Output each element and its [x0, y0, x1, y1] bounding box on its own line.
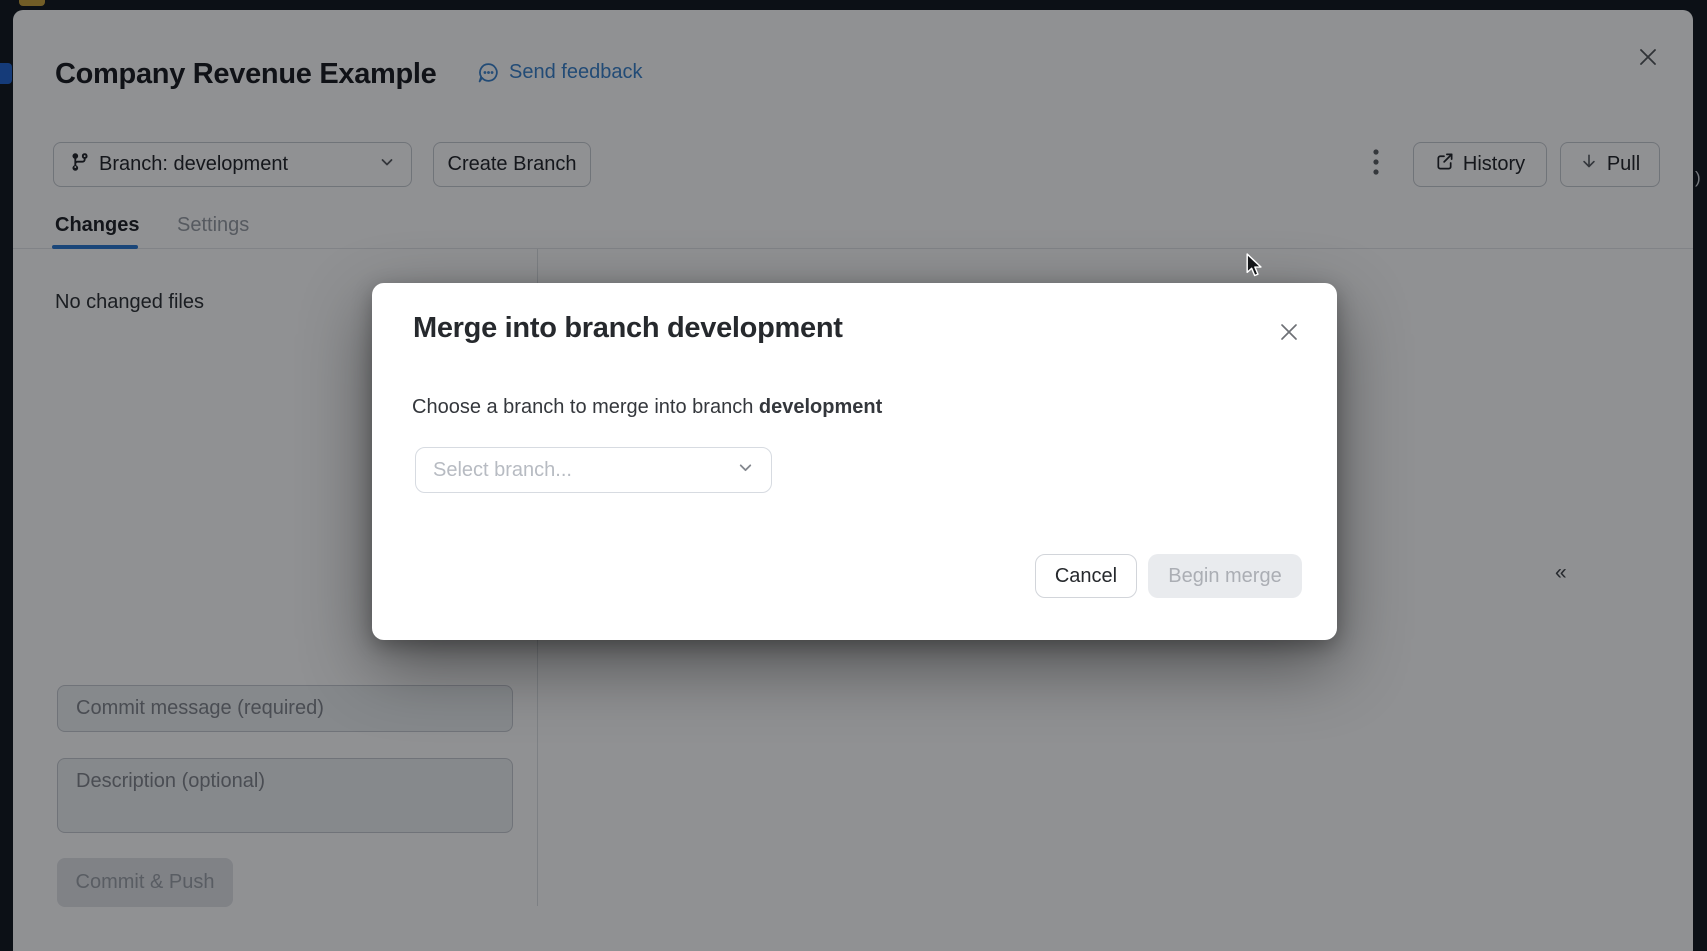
target-branch-name: development [759, 396, 882, 418]
begin-merge-button[interactable]: Begin merge [1148, 554, 1302, 598]
chevron-down-icon [737, 459, 754, 481]
mouse-cursor-icon [1246, 253, 1264, 283]
modal-title: Merge into branch development [413, 309, 843, 347]
branch-select-placeholder: Select branch... [433, 459, 572, 482]
screen: ) Company Revenue Example Send feedback [0, 0, 1707, 951]
modal-close-button[interactable] [1277, 320, 1301, 344]
close-icon [1277, 331, 1301, 348]
merge-branch-modal: Merge into branch development Choose a b… [372, 283, 1337, 640]
cancel-button[interactable]: Cancel [1035, 554, 1137, 598]
modal-actions: Cancel Begin merge [1035, 554, 1302, 598]
branch-select-dropdown[interactable]: Select branch... [415, 447, 772, 493]
modal-description: Choose a branch to merge into branch dev… [412, 394, 882, 420]
